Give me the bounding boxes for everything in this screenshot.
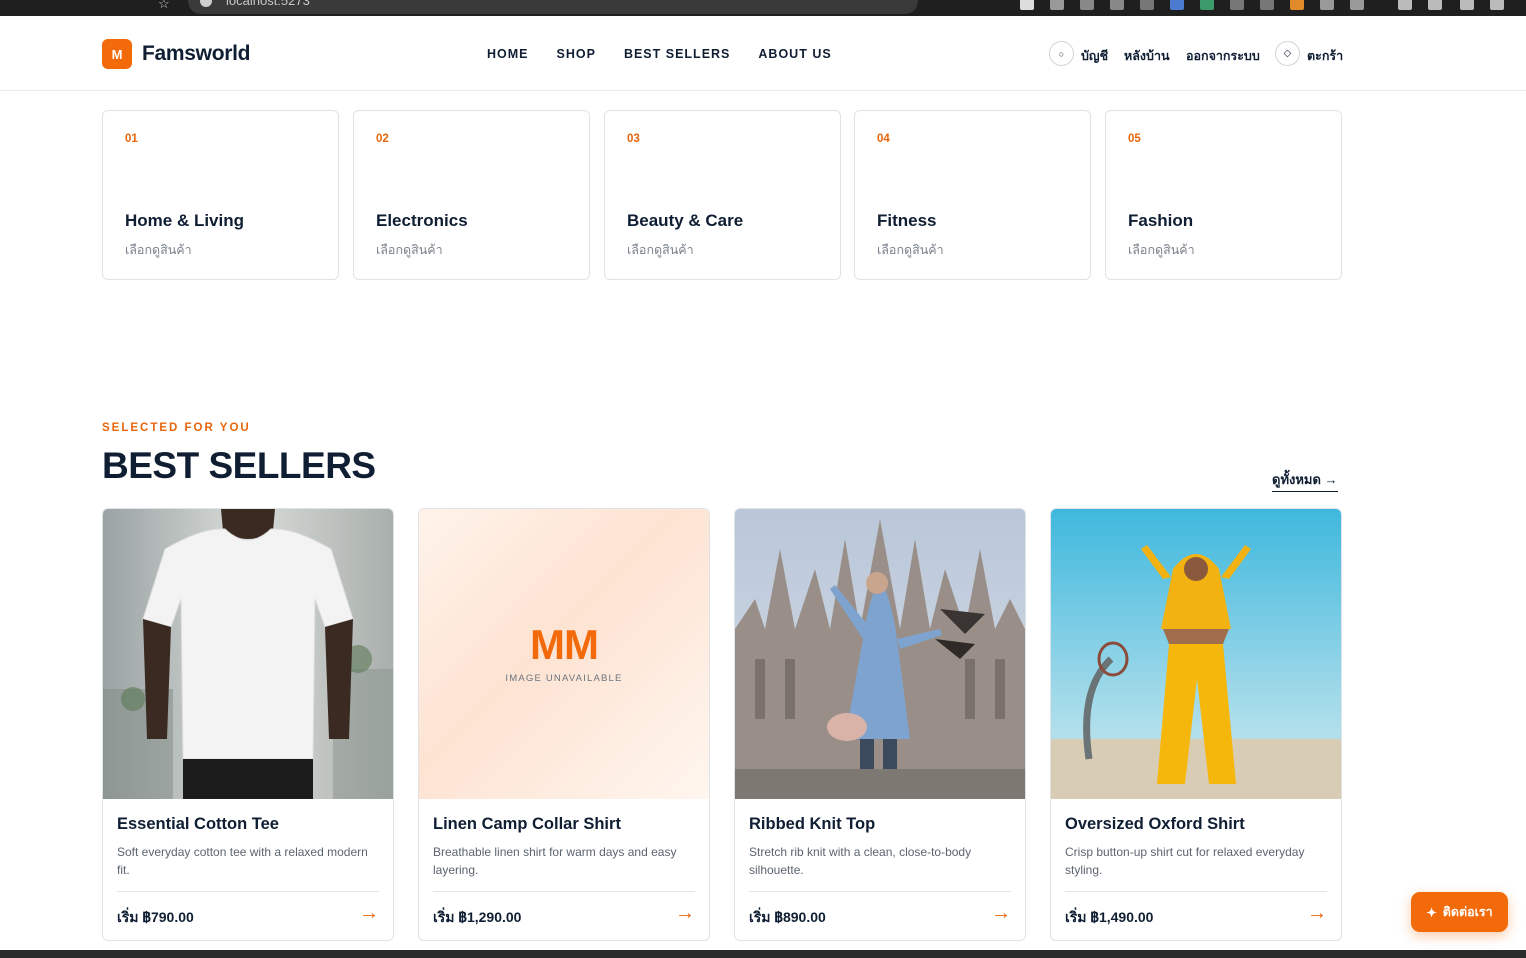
category-title: Fashion <box>1128 211 1194 230</box>
cart-icon[interactable]: ◇ <box>1275 41 1300 66</box>
account-link[interactable]: บัญชี <box>1081 46 1108 66</box>
window-icon[interactable] <box>1460 0 1474 10</box>
product-image-placeholder[interactable]: MM IMAGE UNAVAILABLE <box>419 509 709 799</box>
category-number: 01 <box>125 133 138 145</box>
product-price: เริ่ม ฿1,490.00 <box>1065 909 1154 925</box>
placeholder-logo: MM <box>530 621 599 668</box>
category-card-home-living[interactable]: 01 Home & Living เลือกดูสินค้า <box>102 110 339 280</box>
account-icon[interactable]: ○ <box>1049 41 1074 66</box>
extension-icon[interactable] <box>1200 0 1214 10</box>
product-name: Essential Cotton Tee <box>117 815 279 833</box>
category-browse-link: เลือกดูสินค้า <box>877 243 944 257</box>
product-description: Stretch rib knit with a clean, close-to-… <box>749 845 972 877</box>
divider <box>749 891 1011 892</box>
extension-icon[interactable] <box>1050 0 1064 10</box>
divider <box>433 891 695 892</box>
backoffice-link[interactable]: หลังบ้าน <box>1124 46 1170 66</box>
product-card-linen-camp-collar-shirt[interactable]: MM IMAGE UNAVAILABLE Linen Camp Collar S… <box>418 508 710 941</box>
nav-shop[interactable]: SHOP <box>557 47 596 61</box>
extension-icon[interactable] <box>1260 0 1274 10</box>
view-all-link[interactable]: ดูทั้งหมด → <box>1272 469 1338 492</box>
main-nav: HOME SHOP BEST SELLERS ABOUT US <box>487 47 860 61</box>
category-title: Beauty & Care <box>627 211 744 230</box>
divider <box>117 891 379 892</box>
product-image[interactable] <box>1051 509 1341 799</box>
product-description: Soft everyday cotton tee with a relaxed … <box>117 845 368 877</box>
brand-logo-icon[interactable]: M <box>102 39 132 69</box>
section-eyebrow: SELECTED FOR YOU <box>102 422 251 434</box>
extension-icon[interactable] <box>1230 0 1244 10</box>
category-title: Fitness <box>877 211 937 230</box>
category-card-fashion[interactable]: 05 Fashion เลือกดูสินค้า <box>1105 110 1342 280</box>
category-title: Home & Living <box>125 211 245 230</box>
product-image[interactable] <box>735 509 1025 799</box>
arrow-right-icon[interactable]: → <box>675 902 695 925</box>
category-browse-link: เลือกดูสินค้า <box>1128 243 1195 257</box>
extension-icon[interactable] <box>1170 0 1184 10</box>
product-description: Breathable linen shirt for warm days and… <box>433 845 677 877</box>
product-name: Ribbed Knit Top <box>749 815 876 833</box>
cart-link[interactable]: ตะกร้า <box>1307 46 1343 66</box>
divider <box>1065 891 1327 892</box>
browser-toolbar: ☆ localhost:5273 <box>0 0 1526 16</box>
arrow-right-icon[interactable]: → <box>359 902 379 925</box>
extension-icon[interactable] <box>1110 0 1124 10</box>
product-price: เริ่ม ฿790.00 <box>117 909 194 925</box>
category-browse-link: เลือกดูสินค้า <box>627 243 694 257</box>
extension-icon[interactable] <box>1290 0 1304 10</box>
product-card-ribbed-knit-top[interactable]: Ribbed Knit Top Stretch rib knit with a … <box>734 508 1026 941</box>
product-image[interactable] <box>103 509 393 799</box>
product-name: Linen Camp Collar Shirt <box>433 815 621 833</box>
window-icon[interactable] <box>1398 0 1412 10</box>
category-card-electronics[interactable]: 02 Electronics เลือกดูสินค้า <box>353 110 590 280</box>
product-card-oversized-oxford-shirt[interactable]: Oversized Oxford Shirt Crisp button-up s… <box>1050 508 1342 941</box>
product-name: Oversized Oxford Shirt <box>1065 815 1245 833</box>
product-description: Crisp button-up shirt cut for relaxed ev… <box>1065 845 1305 877</box>
arrow-right-icon[interactable]: → <box>991 902 1011 925</box>
product-price: เริ่ม ฿890.00 <box>749 909 826 925</box>
contact-us-button[interactable]: ✦ ติดต่อเรา <box>1411 892 1508 932</box>
window-icon[interactable] <box>1490 0 1504 10</box>
extension-icon[interactable] <box>1080 0 1094 10</box>
extension-icon[interactable] <box>1020 0 1034 10</box>
category-title: Electronics <box>376 211 468 230</box>
category-number: 02 <box>376 133 389 145</box>
nav-best-sellers[interactable]: BEST SELLERS <box>624 47 730 61</box>
nav-home[interactable]: HOME <box>487 47 529 61</box>
bookmark-star-icon[interactable]: ☆ <box>158 0 170 12</box>
logout-link[interactable]: ออกจากระบบ <box>1186 46 1260 66</box>
contact-us-label: ติดต่อเรา <box>1442 905 1493 919</box>
product-price: เริ่ม ฿1,290.00 <box>433 909 522 925</box>
arrow-right-icon[interactable]: → <box>1307 902 1327 925</box>
category-card-beauty-care[interactable]: 03 Beauty & Care เลือกดูสินค้า <box>604 110 841 280</box>
extension-icon[interactable] <box>1320 0 1334 10</box>
category-browse-link: เลือกดูสินค้า <box>125 243 192 257</box>
image-unavailable-label: IMAGE UNAVAILABLE <box>505 673 623 684</box>
address-bar-url: localhost:5273 <box>226 0 310 8</box>
extension-icon[interactable] <box>1140 0 1154 10</box>
site-header: M Famsworld HOME SHOP BEST SELLERS ABOUT… <box>0 16 1526 91</box>
category-number: 05 <box>1128 133 1141 145</box>
category-card-fitness[interactable]: 04 Fitness เลือกดูสินค้า <box>854 110 1091 280</box>
taskbar <box>0 950 1526 958</box>
category-number: 03 <box>627 133 640 145</box>
product-card-essential-cotton-tee[interactable]: Essential Cotton Tee Soft everyday cotto… <box>102 508 394 941</box>
extension-icon[interactable] <box>1350 0 1364 10</box>
nav-about-us[interactable]: ABOUT US <box>758 47 831 61</box>
category-browse-link: เลือกดูสินค้า <box>376 243 443 257</box>
window-icon[interactable] <box>1428 0 1442 10</box>
brand-name[interactable]: Famsworld <box>142 42 250 66</box>
category-number: 04 <box>877 133 890 145</box>
sparkle-icon: ✦ <box>1426 905 1437 920</box>
section-title: BEST SELLERS <box>102 445 376 486</box>
